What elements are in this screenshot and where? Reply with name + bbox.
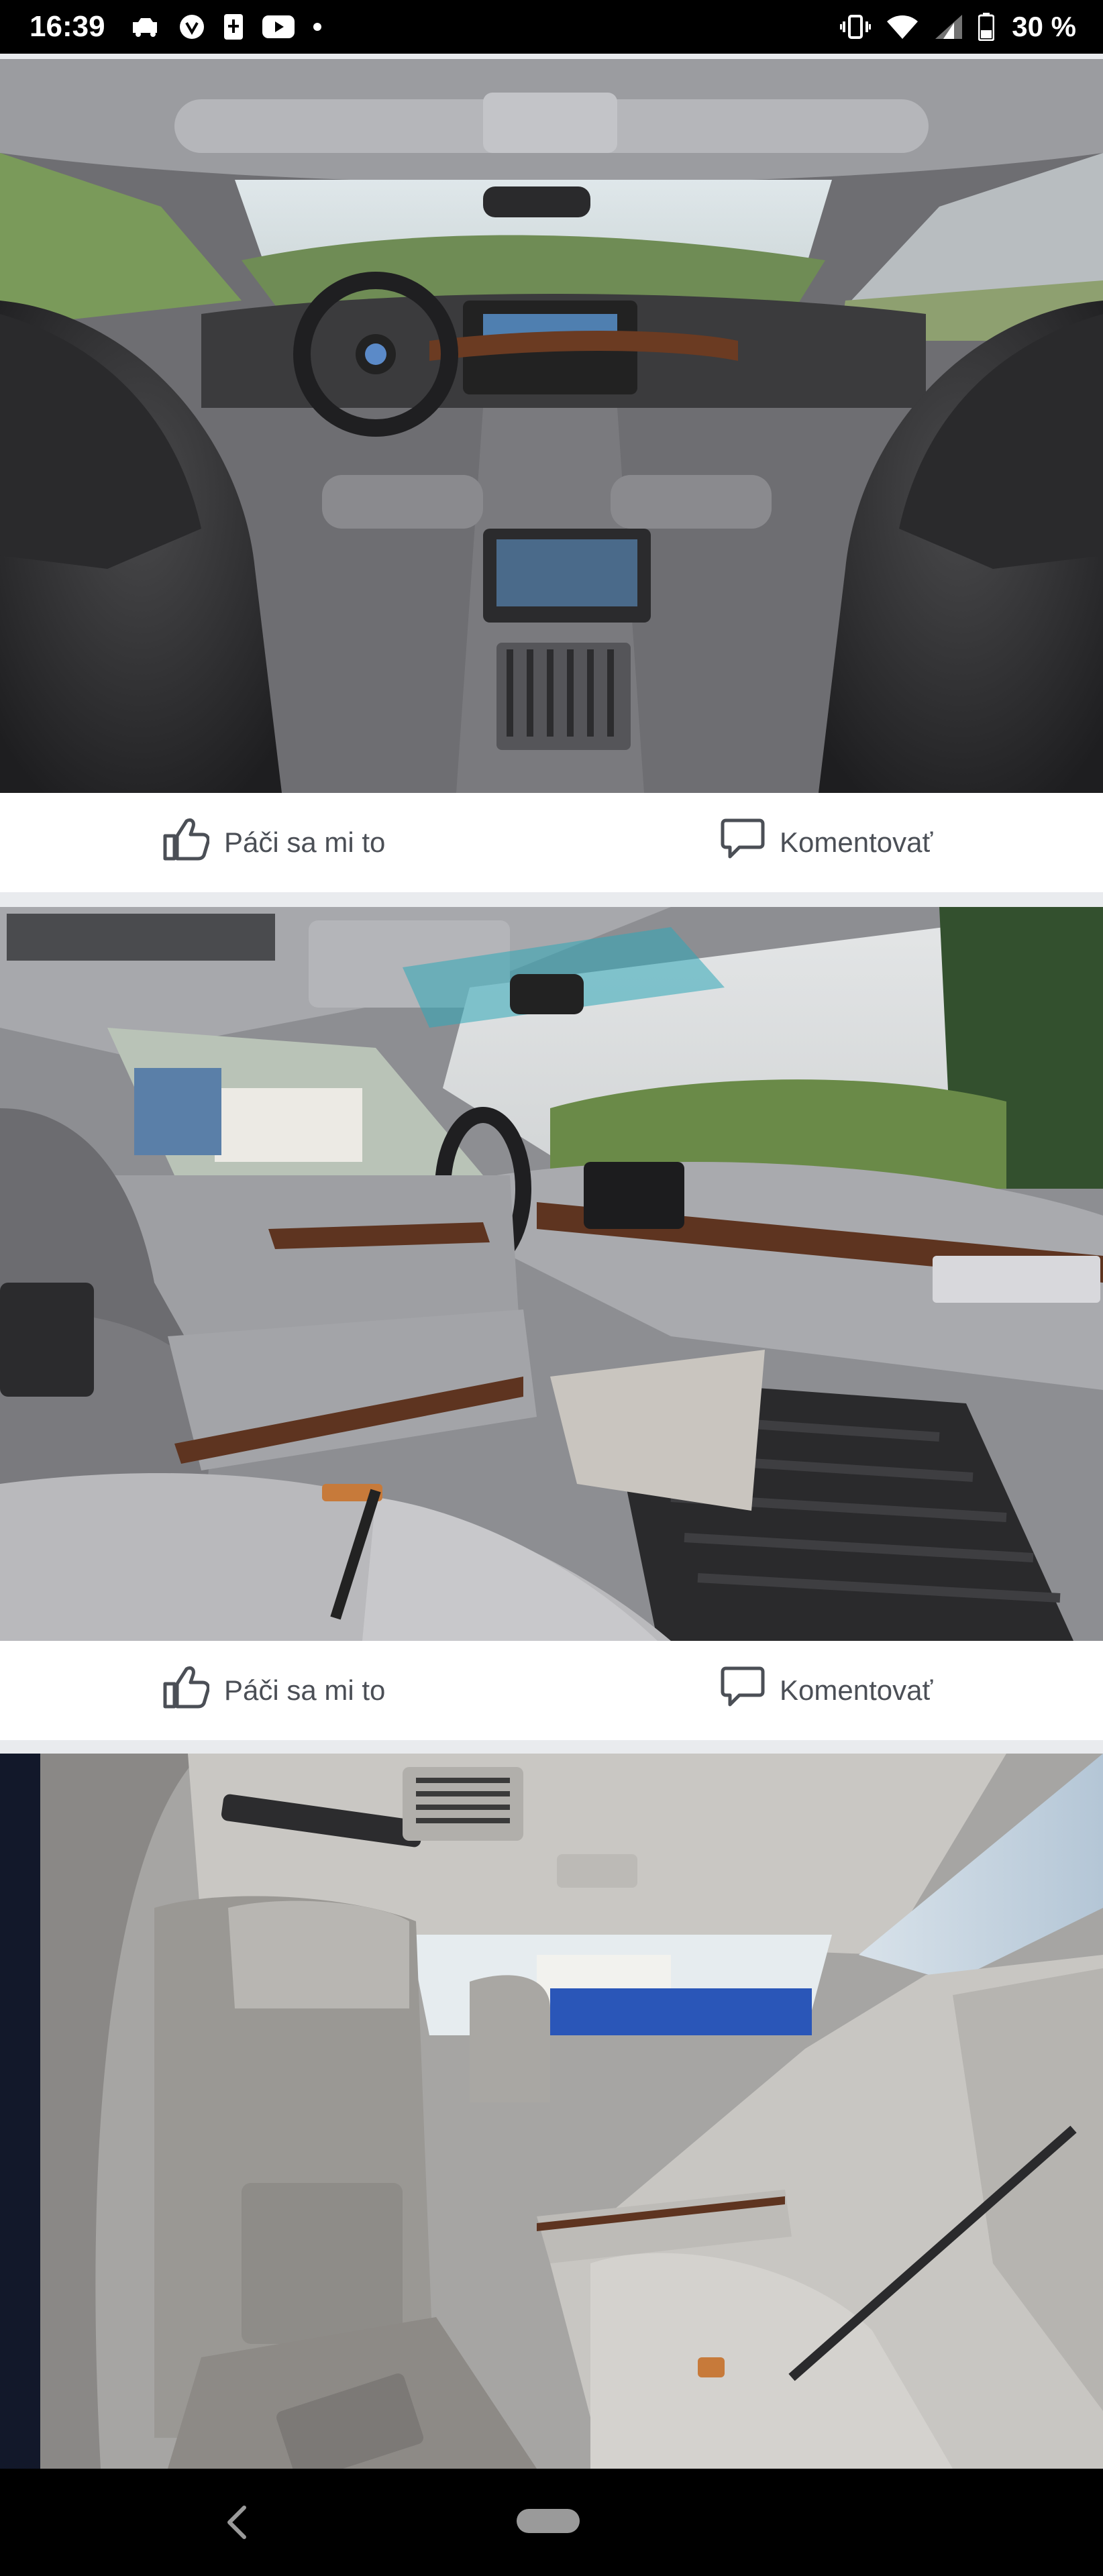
car-icon bbox=[129, 15, 161, 38]
photo-icon bbox=[0, 59, 1103, 793]
status-bar: 16:39 30 % bbox=[0, 0, 1103, 54]
photo-icon bbox=[0, 907, 1103, 1641]
post-photo-3[interactable] bbox=[0, 1754, 1103, 2469]
post-photo-1[interactable] bbox=[0, 59, 1103, 793]
back-icon[interactable] bbox=[216, 2501, 259, 2544]
app-icon bbox=[178, 13, 205, 40]
comment-label: Komentovať bbox=[780, 826, 933, 858]
battery-percent: 30 % bbox=[1012, 11, 1076, 42]
post-actions-2: Páči sa mi to Komentovať bbox=[0, 1641, 1103, 1740]
home-pill-icon[interactable] bbox=[517, 2509, 580, 2533]
dot-icon bbox=[313, 22, 322, 32]
signal-icon bbox=[934, 13, 963, 40]
comment-bubble-icon bbox=[721, 818, 765, 867]
post-photo-2[interactable] bbox=[0, 907, 1103, 1641]
like-label: Páči sa mi to bbox=[224, 826, 386, 858]
wifi-icon bbox=[886, 13, 919, 40]
like-button[interactable]: Páči sa mi to bbox=[162, 793, 385, 892]
comment-bubble-icon bbox=[721, 1666, 765, 1715]
thumbs-up-icon bbox=[162, 1665, 210, 1716]
navigation-bar bbox=[0, 2469, 1103, 2576]
photo-icon bbox=[0, 1754, 1103, 2469]
post-actions-1: Páči sa mi to Komentovať bbox=[0, 793, 1103, 892]
status-time: 16:39 bbox=[30, 10, 105, 43]
like-button[interactable]: Páči sa mi to bbox=[162, 1641, 385, 1740]
comment-label: Komentovať bbox=[780, 1674, 933, 1706]
like-label: Páči sa mi to bbox=[224, 1674, 386, 1706]
thumbs-up-icon bbox=[162, 817, 210, 868]
vibrate-icon bbox=[840, 13, 872, 40]
comment-button[interactable]: Komentovať bbox=[721, 793, 933, 892]
status-system-icons: 30 % bbox=[840, 0, 1076, 54]
comment-button[interactable]: Komentovať bbox=[721, 1641, 933, 1740]
youtube-icon bbox=[262, 15, 295, 39]
sim-icon bbox=[223, 13, 244, 41]
status-notification-icons bbox=[129, 0, 322, 54]
battery-icon bbox=[978, 13, 995, 41]
